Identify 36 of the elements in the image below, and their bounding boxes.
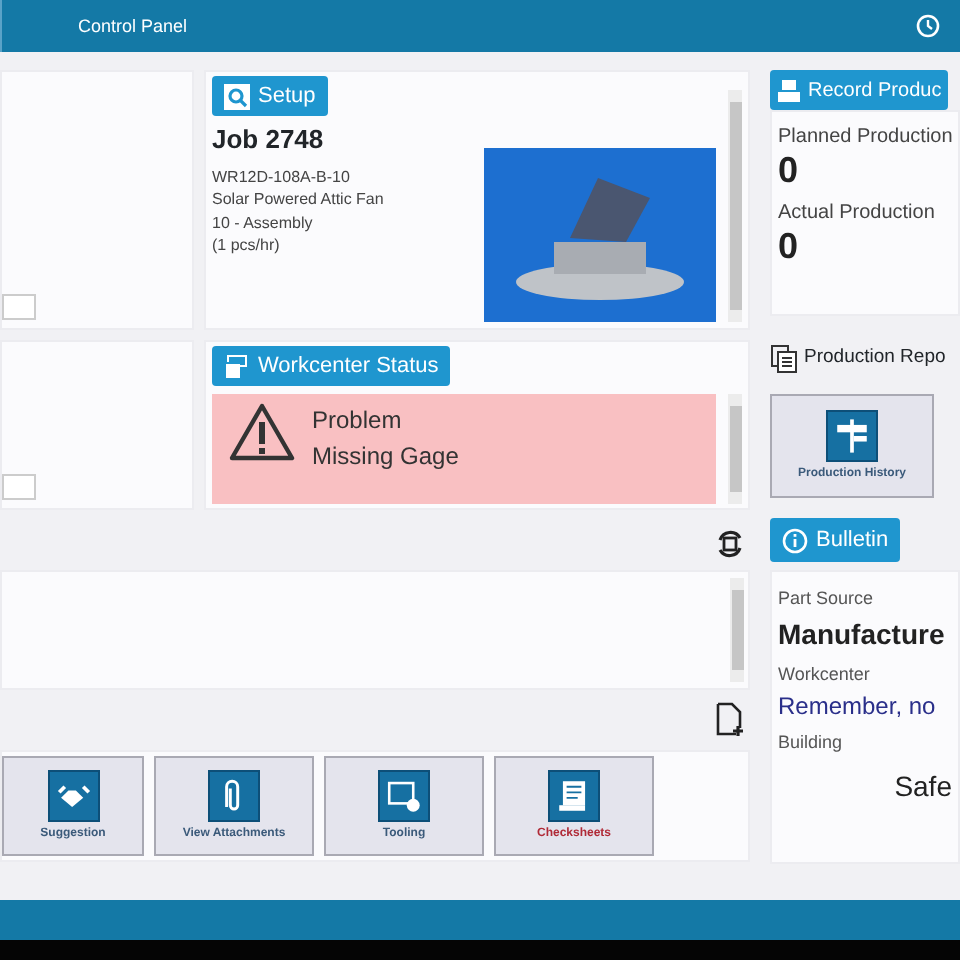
clock-icon[interactable] [916,14,940,38]
field-label: Part Source [778,586,876,612]
field-label: Workcenter [778,661,872,687]
scrollbar[interactable] [728,394,742,504]
warning-icon [228,402,296,462]
checksheets-icon [548,769,600,821]
window-title: Control Panel [0,0,188,52]
field-label: Building [778,730,845,756]
refresh-icon[interactable] [714,528,746,560]
scrollbar[interactable] [728,90,742,322]
field-label: Planned Production [778,124,952,152]
add-document-icon[interactable] [714,702,746,738]
job-title: Job 2748 [212,122,326,158]
input-field[interactable] [2,474,36,500]
input-field[interactable] [2,294,36,320]
scrollbar[interactable] [730,578,744,682]
job-detail: Solar Powered Attic Fan [212,188,386,212]
field-value: Safe [892,767,952,805]
job-detail: 10 - Assembly [212,211,315,235]
field-value: Remember, no [778,690,938,724]
attachments-icon [208,769,260,821]
documents-icon [770,343,798,373]
status-message: Missing Gage [312,440,459,474]
bulletin-button[interactable]: Bulletin [770,518,901,562]
record-production-button[interactable]: Record Produc [770,70,948,110]
field-value: Manufacture [778,615,947,653]
field-value: 0 [778,227,801,268]
field-label: Actual Production [778,199,937,228]
status-title: Problem [312,404,404,438]
field-value: 0 [778,152,801,192]
workcenter-status-button[interactable]: Workcenter Status [212,346,451,386]
setup-button[interactable]: Setup [212,76,328,116]
job-detail: (1 pcs/hr) [212,234,282,258]
job-detail: WR12D-108A-B-10 [212,165,352,189]
section-title: Production Repo [804,343,946,372]
info-icon [782,527,808,553]
